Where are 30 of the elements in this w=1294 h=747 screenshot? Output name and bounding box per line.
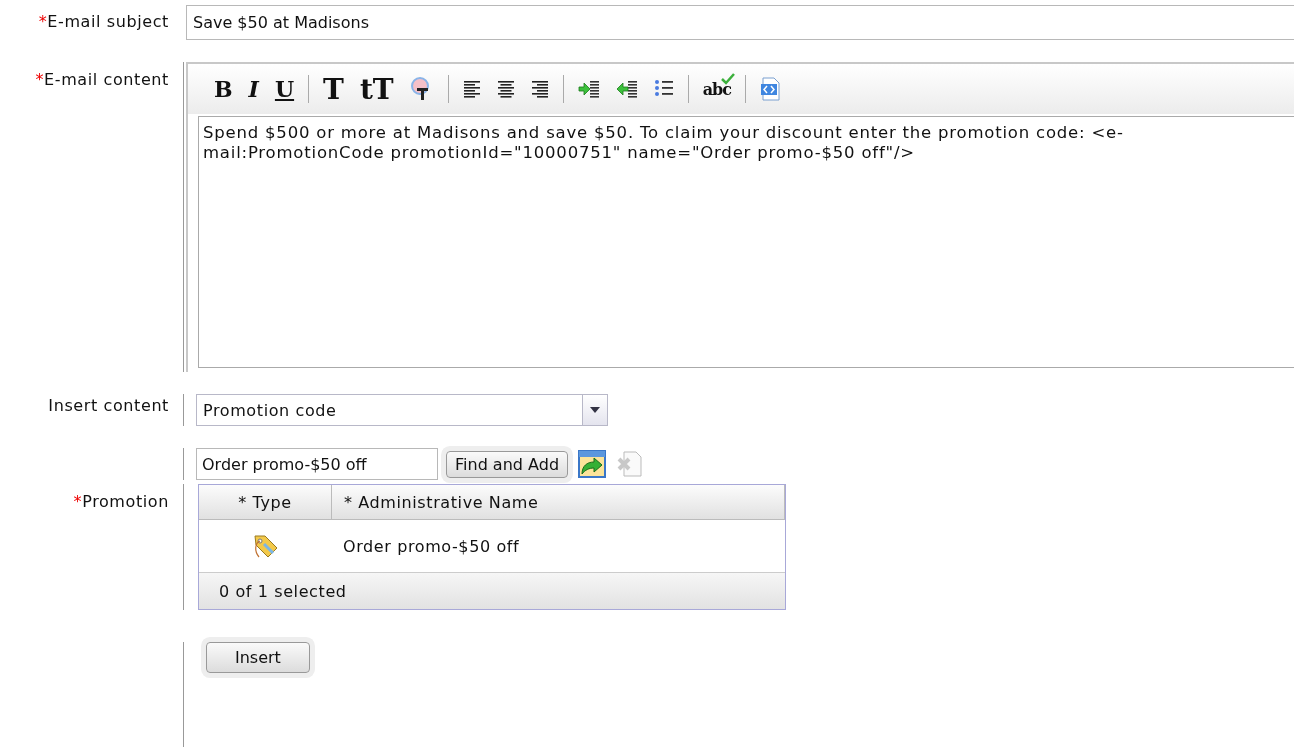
content-text-area[interactable]: Spend $500 or more at Madisons and save $50. To claim your discount enter the promotion code: <e- mail:PromotionCode promotionId="10000751" name="Order promo-$50 off"/> [198,116,1294,368]
align-icon [462,79,481,99]
column-header[interactable]: * Type [199,485,332,520]
column-header[interactable]: * Administrative Name [332,485,785,520]
format-button[interactable]: T [315,69,352,109]
html-source-icon [760,77,782,101]
subject-field[interactable]: Save $50 at Madisons [186,5,1294,40]
indent-icon [577,79,600,99]
insert-content-dropdown[interactable]: Promotion code [196,394,608,426]
promotion-search-field[interactable]: Order promo-$50 off [196,448,438,480]
table-cell-text: Order promo-$50 off [342,536,521,556]
browse-icon[interactable] [578,450,607,478]
align-icon [496,79,515,99]
spellcheck-button[interactable]: abc [694,69,739,109]
field-label: Insert content [48,395,169,417]
format-button[interactable]: I [240,69,267,109]
selection-count: 0 of 1 selected [199,573,785,609]
format-button[interactable]: B [206,69,241,109]
field-label: *Promotion [73,491,169,513]
field-label: *E-mail content [35,69,169,91]
format-button[interactable]: tT [351,69,402,109]
align-icon [530,79,549,99]
format-button[interactable]: U [266,69,303,109]
content-text: mail:PromotionCode promotionId="10000751" name="Order promo-$50 off"/> [203,143,916,163]
dropdown-arrow-icon [590,407,600,413]
field-label: *E-mail subject [38,11,169,33]
bullet-list-icon [653,79,674,99]
content-text: Spend $500 or more at Madisons and save $50. To claim your discount enter the promotion code: <e- [203,123,1125,143]
tag-icon [251,533,279,559]
outdent-icon [615,79,638,99]
